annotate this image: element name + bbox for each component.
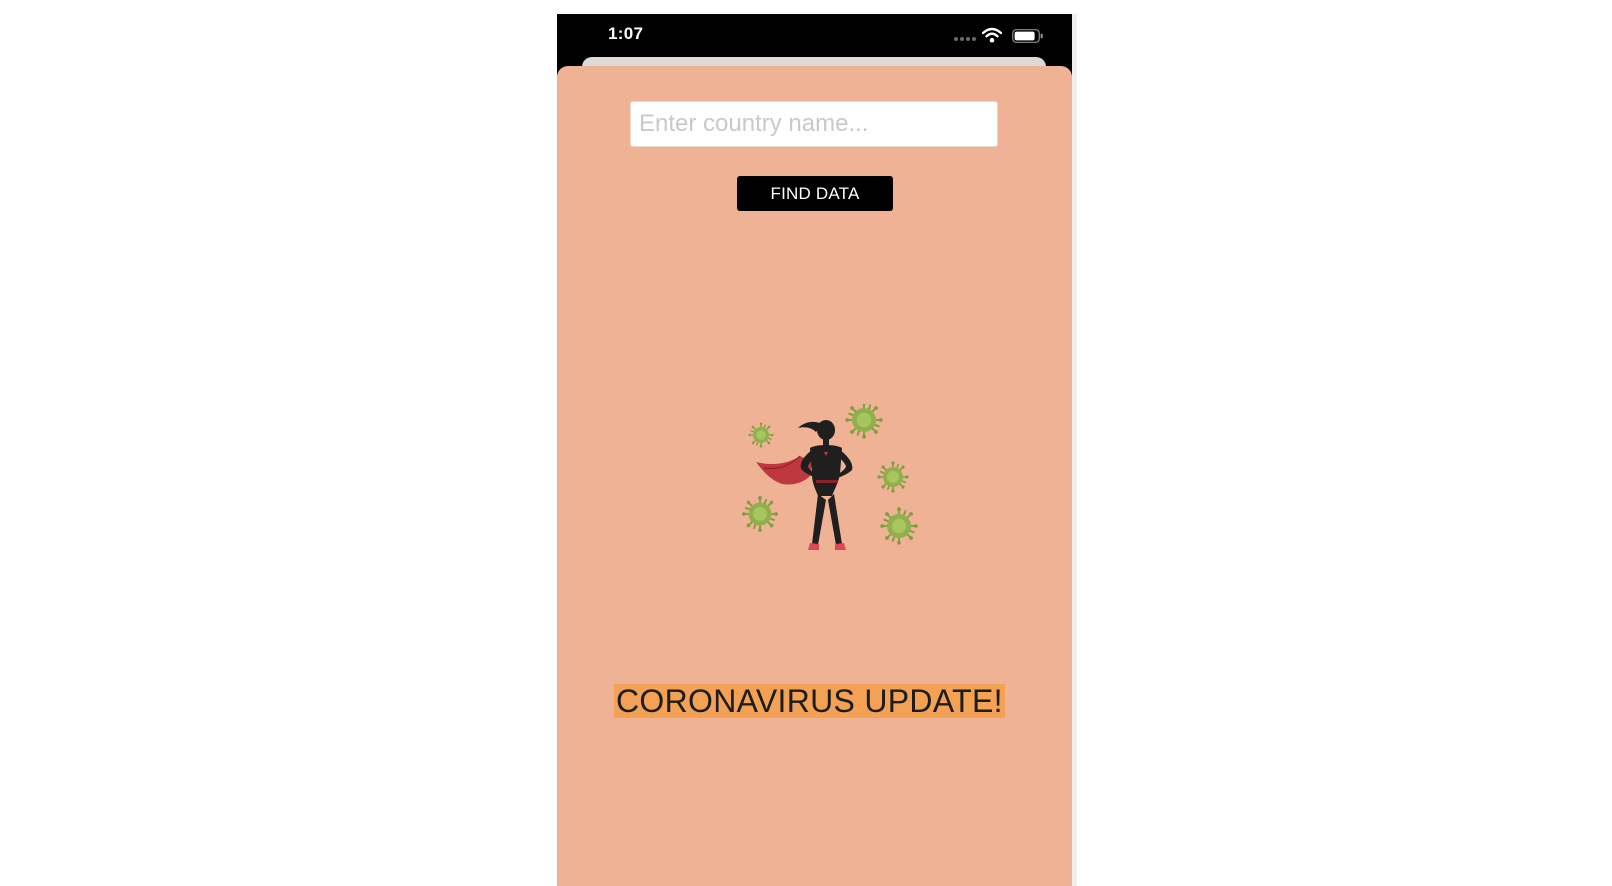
status-time: 1:07 (608, 24, 644, 43)
find-data-button[interactable]: FIND DATA (737, 176, 893, 211)
device-edge (1072, 14, 1077, 886)
headline-banner: CORONAVIRUS UPDATE! (614, 683, 1005, 719)
country-search-input[interactable] (630, 101, 998, 147)
superhero-virus-illustration (742, 404, 919, 550)
app-screen: FIND DATA (557, 66, 1072, 886)
cellular-signal-icon (954, 37, 980, 41)
wifi-icon (982, 27, 1002, 43)
phone-frame: 1:07 FIND DATA (557, 14, 1072, 886)
battery-icon (1012, 29, 1043, 43)
status-bar: 1:07 (557, 14, 1072, 58)
